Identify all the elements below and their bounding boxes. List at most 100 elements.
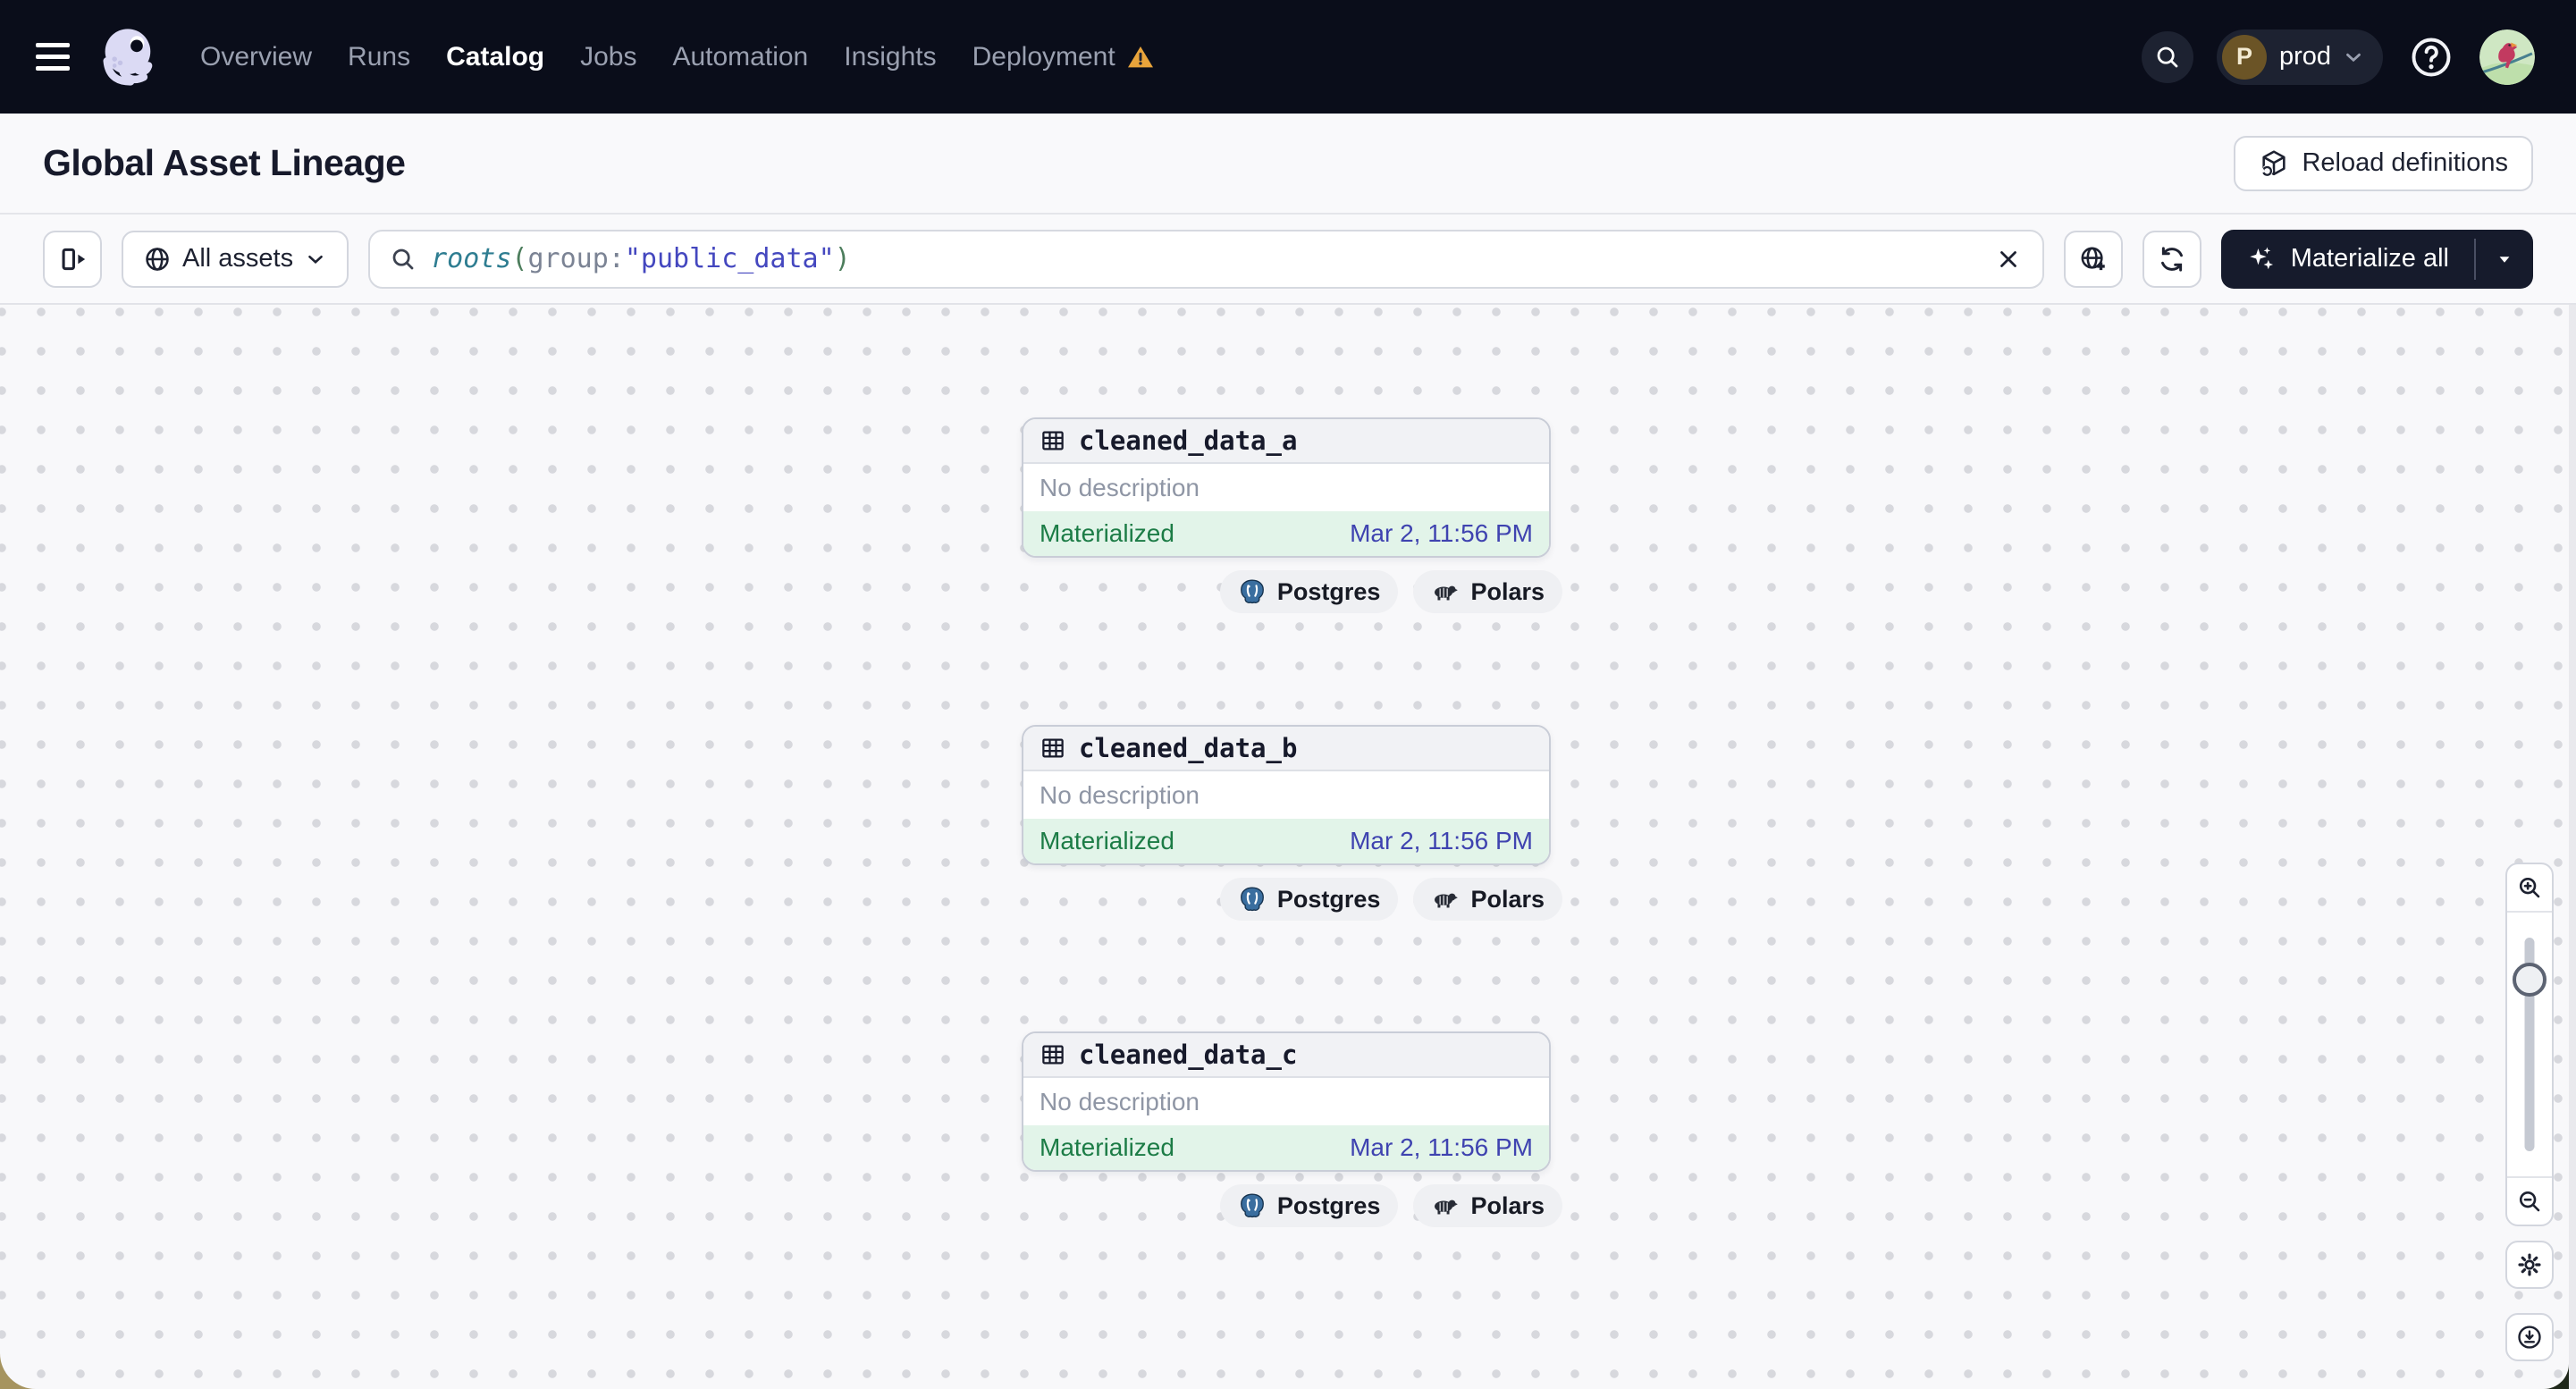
table-grid-icon [1042, 1045, 1064, 1065]
help-button[interactable] [2406, 32, 2456, 82]
vertical-scrollbar[interactable] [2569, 305, 2576, 1389]
nav-item-insights[interactable]: Insights [844, 42, 936, 72]
asset-description: No description [1040, 780, 1200, 809]
package-reload-icon [2262, 149, 2286, 176]
query-close-paren: ) [834, 243, 851, 274]
table-grid-icon [1042, 738, 1064, 758]
postgres-elephant-icon [1240, 579, 1264, 604]
refresh-button[interactable] [2142, 230, 2201, 288]
nav-item-deployment[interactable]: Deployment [972, 42, 1155, 72]
menu-icon[interactable] [36, 43, 70, 71]
zoom-controls [2505, 863, 2554, 1226]
search-icon [392, 248, 414, 269]
clear-query-button[interactable] [1985, 236, 2032, 282]
asset-scope-dropdown[interactable]: All assets [122, 230, 349, 288]
tag-postgres[interactable]: Postgres [1219, 570, 1399, 613]
materialization-timestamp[interactable]: Mar 2, 11:56 PM [1350, 1133, 1533, 1162]
asset-name: cleaned_data_a [1079, 425, 1298, 456]
search-icon [2157, 46, 2178, 67]
asset-selection-input[interactable]: roots(group: "public_data") [368, 229, 2044, 289]
tag-label: Postgres [1276, 1191, 1381, 1219]
status-badge: Materialized [1040, 519, 1174, 547]
download-icon [2518, 1326, 2541, 1349]
user-avatar[interactable] [2479, 29, 2535, 85]
asset-name: cleaned_data_b [1079, 733, 1298, 763]
chevron-down-icon [308, 255, 323, 264]
tag-label: Polars [1470, 577, 1545, 605]
query-value: "public_data" [624, 243, 835, 274]
nav-item-label: Deployment [972, 41, 1115, 72]
tag-polars[interactable]: Polars [1413, 878, 1562, 921]
asset-tags: Postgres Polars [1219, 1184, 1562, 1227]
canvas-corner-bottom-left [0, 1353, 36, 1389]
asset-node-cleaned-data-b: cleaned_data_b No description Materializ… [1022, 725, 1562, 921]
zoom-in-icon [2519, 877, 2540, 898]
materialize-all-button[interactable]: Materialize all [2221, 230, 2474, 289]
polars-bear-icon [1435, 585, 1459, 601]
query-open-paren: ( [511, 243, 528, 274]
nav-item-automation[interactable]: Automation [672, 42, 808, 72]
caret-down-icon [2499, 256, 2510, 263]
asset-description: No description [1040, 473, 1200, 501]
asset-tags: Postgres Polars [1219, 570, 1562, 613]
reload-definitions-button[interactable]: Reload definitions [2234, 135, 2533, 191]
materialize-all-label: Materialize all [2290, 244, 2449, 273]
dagster-octopus-logo[interactable] [95, 23, 163, 91]
tag-polars[interactable]: Polars [1413, 570, 1562, 613]
asset-selection-query: roots(group: "public_data") [431, 243, 1971, 274]
globe-icon [146, 247, 169, 271]
asset-tags: Postgres Polars [1219, 878, 1562, 921]
open-sidebar-button[interactable] [43, 230, 102, 288]
polars-bear-icon [1435, 1200, 1459, 1215]
panel-toggle-icon [62, 248, 86, 270]
postgres-elephant-icon [1240, 887, 1264, 912]
tag-polars[interactable]: Polars [1413, 1184, 1562, 1227]
environment-switcher[interactable]: P prod [2216, 29, 2383, 85]
lineage-toolbar: All assets roots(group: "public_data") M… [0, 215, 2576, 305]
query-function: roots [431, 243, 512, 274]
nav-item-runs[interactable]: Runs [348, 42, 410, 72]
environment-name: prod [2278, 42, 2331, 71]
materialization-timestamp[interactable]: Mar 2, 11:56 PM [1350, 519, 1533, 548]
primary-nav: Overview Runs Catalog Jobs Automation In… [200, 42, 1155, 72]
page-header: Global Asset Lineage Reload definitions [0, 114, 2576, 215]
asset-card[interactable]: cleaned_data_a No description Materializ… [1022, 417, 1551, 558]
tag-postgres[interactable]: Postgres [1219, 1184, 1399, 1227]
nav-item-overview[interactable]: Overview [200, 42, 312, 72]
table-grid-icon [1042, 431, 1064, 450]
nav-item-jobs[interactable]: Jobs [580, 42, 636, 72]
global-search-button[interactable] [2141, 30, 2193, 83]
top-nav: Overview Runs Catalog Jobs Automation In… [0, 0, 2576, 114]
tag-label: Polars [1470, 1191, 1545, 1219]
nav-item-catalog[interactable]: Catalog [446, 42, 544, 72]
zoom-slider[interactable] [2507, 913, 2552, 1176]
globe-add-icon [2081, 247, 2105, 270]
asset-node-cleaned-data-c: cleaned_data_c No description Materializ… [1022, 1031, 1562, 1227]
gear-icon [2518, 1253, 2541, 1276]
asset-description: No description [1040, 1087, 1200, 1115]
materialize-options-button[interactable] [2476, 230, 2533, 289]
view-full-graph-button[interactable] [2063, 230, 2123, 288]
graph-settings-button[interactable] [2505, 1241, 2554, 1289]
materialize-all-split-button: Materialize all [2220, 229, 2533, 289]
asset-card[interactable]: cleaned_data_c No description Materializ… [1022, 1031, 1551, 1172]
tag-postgres[interactable]: Postgres [1219, 878, 1399, 921]
query-colon: : [608, 243, 625, 274]
status-badge: Materialized [1040, 1133, 1174, 1161]
page-title: Global Asset Lineage [43, 142, 406, 183]
asset-card[interactable]: cleaned_data_b No description Materializ… [1022, 725, 1551, 865]
download-image-button[interactable] [2505, 1313, 2554, 1361]
zoom-in-button[interactable] [2507, 864, 2552, 913]
zoom-out-button[interactable] [2507, 1176, 2552, 1225]
environment-avatar: P [2221, 34, 2267, 80]
warning-triangle-icon [1127, 46, 1153, 67]
reload-definitions-label: Reload definitions [2302, 148, 2508, 177]
lineage-graph-canvas[interactable]: cleaned_data_a No description Materializ… [0, 305, 2576, 1389]
chevron-down-icon [2346, 53, 2361, 62]
zoom-slider-thumb[interactable] [2513, 963, 2547, 997]
postgres-elephant-icon [1240, 1193, 1264, 1218]
materialization-timestamp[interactable]: Mar 2, 11:56 PM [1350, 827, 1533, 855]
asset-scope-label: All assets [182, 244, 294, 273]
sparkle-icon [2249, 247, 2273, 269]
close-icon [1999, 250, 2016, 267]
